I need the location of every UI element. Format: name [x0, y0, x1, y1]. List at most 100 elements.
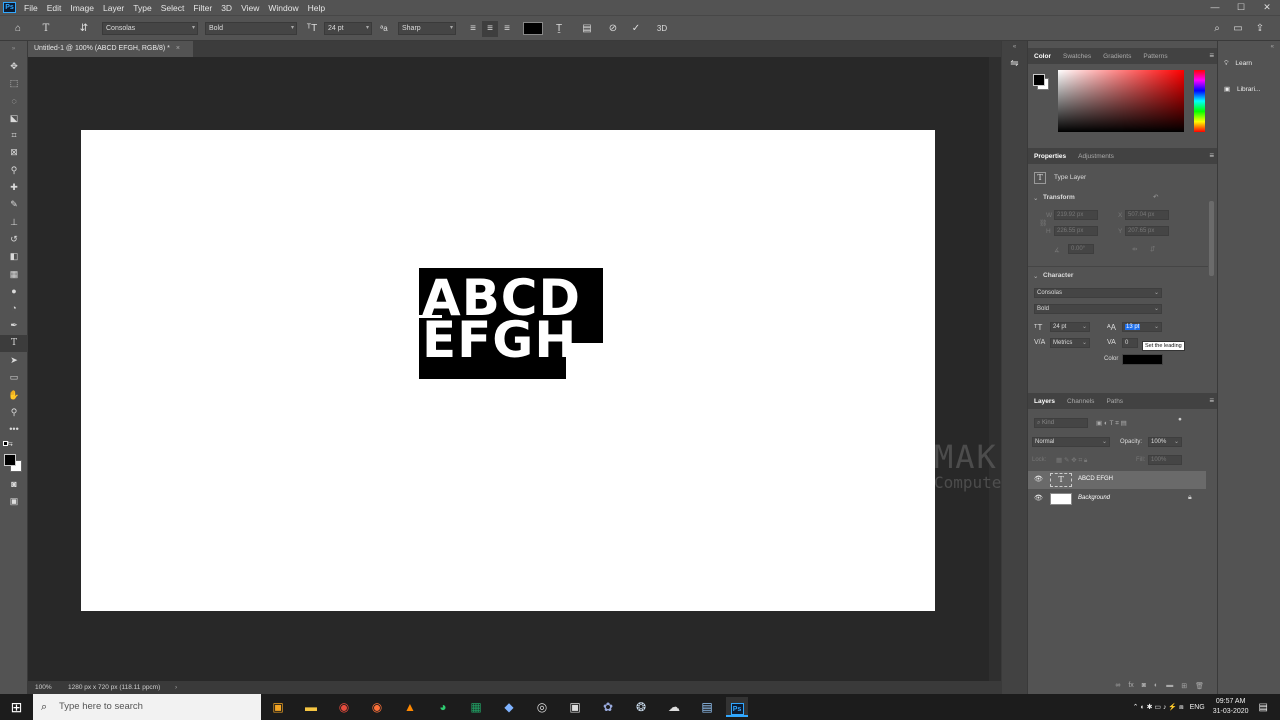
app-icon-8[interactable]: ▤	[696, 697, 718, 717]
adjustment-layer-icon[interactable]: ◐	[1154, 682, 1158, 689]
tab-gradients[interactable]: Gradients	[1103, 53, 1131, 60]
search-icon[interactable]: ⌕	[1209, 21, 1225, 37]
rectangle-tool-icon[interactable]: ▭	[0, 369, 28, 386]
reset-transform-icon[interactable]: ↶	[1153, 193, 1158, 201]
tab-properties[interactable]: Properties	[1034, 153, 1066, 160]
app-icon-1[interactable]: ◕	[432, 697, 454, 717]
eye-icon[interactable]: 👁︎	[1034, 475, 1043, 483]
trash-icon[interactable]: 🗑︎	[1195, 682, 1204, 690]
type-tool-preset-icon[interactable]: T	[38, 21, 54, 37]
filter-icons[interactable]: ▣ ◐ T ⌗ ▤	[1096, 419, 1127, 428]
more-tools-icon[interactable]: •••	[0, 421, 28, 438]
pen-tool-icon[interactable]: ✒	[0, 317, 28, 334]
zoom-tool-icon[interactable]: ⚲	[0, 404, 28, 421]
panel-menu-icon[interactable]: ≡	[1209, 51, 1214, 60]
maximize-icon[interactable]: ☐	[1228, 0, 1254, 15]
frame-tool-icon[interactable]: ⊠	[0, 144, 28, 161]
hue-slider[interactable]	[1194, 70, 1205, 132]
screen-mode-icon[interactable]: ▣	[0, 496, 28, 507]
link-icon[interactable]: ⛓	[1039, 219, 1047, 227]
menu-view[interactable]: View	[241, 3, 259, 13]
app-icon-5[interactable]: ✿	[597, 697, 619, 717]
tab-color[interactable]: Color	[1034, 53, 1051, 60]
close-tab-icon[interactable]: ×	[176, 45, 180, 52]
layer-name[interactable]: Background	[1078, 495, 1110, 501]
panel-menu-icon[interactable]: ≡	[1209, 151, 1214, 160]
anti-alias-select[interactable]: Sharp ▾	[398, 22, 456, 35]
commit-check-icon[interactable]: ✓	[628, 21, 644, 37]
share-icon[interactable]: ⇪	[1252, 21, 1268, 37]
tab-swatches[interactable]: Swatches	[1063, 53, 1091, 60]
path-selection-tool-icon[interactable]: ➤	[0, 352, 28, 369]
gradient-tool-icon[interactable]: ▦	[0, 266, 28, 283]
tab-layers[interactable]: Layers	[1034, 398, 1055, 405]
windows-start-icon[interactable]: ⊞	[0, 694, 33, 720]
text-orientation-icon[interactable]: ⇵	[76, 21, 92, 37]
excel-icon[interactable]: ▦	[465, 697, 487, 717]
align-right-icon[interactable]: ≡	[499, 21, 515, 37]
font-style-select[interactable]: Bold ▾	[205, 22, 297, 35]
libraries-panel-button[interactable]: ▣ Librari...	[1224, 83, 1278, 97]
panel-menu-icon[interactable]: ≡	[1209, 396, 1214, 405]
eyedropper-tool-icon[interactable]: ⚲	[0, 162, 28, 179]
menu-layer[interactable]: Layer	[103, 3, 124, 13]
quick-mask-icon[interactable]: ◙	[0, 479, 28, 489]
chevron-down-icon[interactable]: ⌄	[1033, 272, 1038, 280]
move-tool-icon[interactable]: ✥	[0, 58, 28, 75]
flip-horizontal-icon[interactable]: ⇹	[1132, 245, 1137, 253]
flip-vertical-icon[interactable]: ⇵	[1150, 245, 1155, 253]
add-mask-icon[interactable]: ◙	[1142, 682, 1146, 689]
tab-channels[interactable]: Channels	[1067, 398, 1094, 405]
layer-kind-filter[interactable]: ⌕ Kind	[1034, 418, 1088, 428]
properties-scrollbar[interactable]	[1209, 201, 1214, 276]
task-view-icon[interactable]: ▣	[267, 697, 289, 717]
app-icon-2[interactable]: ◆	[498, 697, 520, 717]
menu-window[interactable]: Window	[268, 3, 298, 13]
collapse-icon[interactable]: «	[1218, 44, 1278, 50]
zoom-level[interactable]: 100%	[35, 681, 52, 694]
menu-image[interactable]: Image	[70, 3, 94, 13]
minimize-icon[interactable]: —	[1202, 0, 1228, 15]
character-font-style-select[interactable]: Bold ⌄	[1034, 304, 1162, 314]
clock[interactable]: 09:57 AM 31-03-2020	[1213, 697, 1249, 717]
blur-tool-icon[interactable]: ●	[0, 283, 28, 300]
width-field[interactable]: 219.92 px	[1054, 210, 1098, 220]
foreground-color-swatch[interactable]	[4, 454, 16, 466]
eye-icon[interactable]: 👁︎	[1034, 494, 1043, 502]
vlc-icon[interactable]: ▲	[399, 697, 421, 717]
learn-panel-button[interactable]: 💡︎ Learn	[1224, 57, 1278, 71]
lasso-tool-icon[interactable]: ◌	[0, 93, 28, 110]
collapse-icon[interactable]: «	[1002, 44, 1027, 50]
layer-style-icon[interactable]: fx	[1128, 682, 1133, 689]
menu-type[interactable]: Type	[133, 3, 151, 13]
tab-patterns[interactable]: Patterns	[1143, 53, 1167, 60]
3d-icon[interactable]: 3D	[654, 21, 670, 37]
workspace-icon[interactable]: ▭	[1230, 21, 1246, 37]
object-selection-tool-icon[interactable]: ⬕	[0, 110, 28, 127]
x-field[interactable]: 507.04 px	[1125, 210, 1169, 220]
photoshop-taskbar-button[interactable]: Ps	[726, 697, 748, 717]
menu-3d[interactable]: 3D	[221, 3, 232, 13]
blend-mode-select[interactable]: Normal ⌄	[1032, 437, 1110, 447]
app-icon-6[interactable]: ❂	[630, 697, 652, 717]
fill-field[interactable]: 100%	[1148, 455, 1182, 465]
character-color-swatch[interactable]	[1122, 354, 1163, 365]
document-tab[interactable]: Untitled-1 @ 100% (ABCD EFGH, RGB/8) * ×	[28, 41, 193, 57]
app-icon-3[interactable]: ◎	[531, 697, 553, 717]
clone-stamp-tool-icon[interactable]: ⊥	[0, 214, 28, 231]
cancel-icon[interactable]: ⊘	[605, 21, 621, 37]
type-tool-icon[interactable]: T	[0, 334, 28, 353]
color-picker-field[interactable]	[1058, 70, 1184, 132]
leading-field[interactable]: 13 pt ⌄	[1122, 322, 1162, 332]
character-size-field[interactable]: 24 pt ⌄	[1050, 322, 1090, 332]
hand-tool-icon[interactable]: ✋	[0, 387, 28, 404]
character-panel-icon[interactable]: ▤	[579, 21, 595, 37]
file-explorer-icon[interactable]: ▬	[300, 697, 322, 717]
notifications-icon[interactable]: ▤	[1259, 702, 1268, 713]
layer-row-text[interactable]: 👁︎ T ABCD EFGH	[1028, 471, 1206, 489]
font-size-select[interactable]: 24 pt ▾	[324, 22, 372, 35]
chevron-down-icon[interactable]: ⌄	[1033, 194, 1038, 202]
dodge-tool-icon[interactable]: ◔	[0, 300, 28, 317]
menu-select[interactable]: Select	[161, 3, 185, 13]
app-icon-4[interactable]: ▣	[564, 697, 586, 717]
